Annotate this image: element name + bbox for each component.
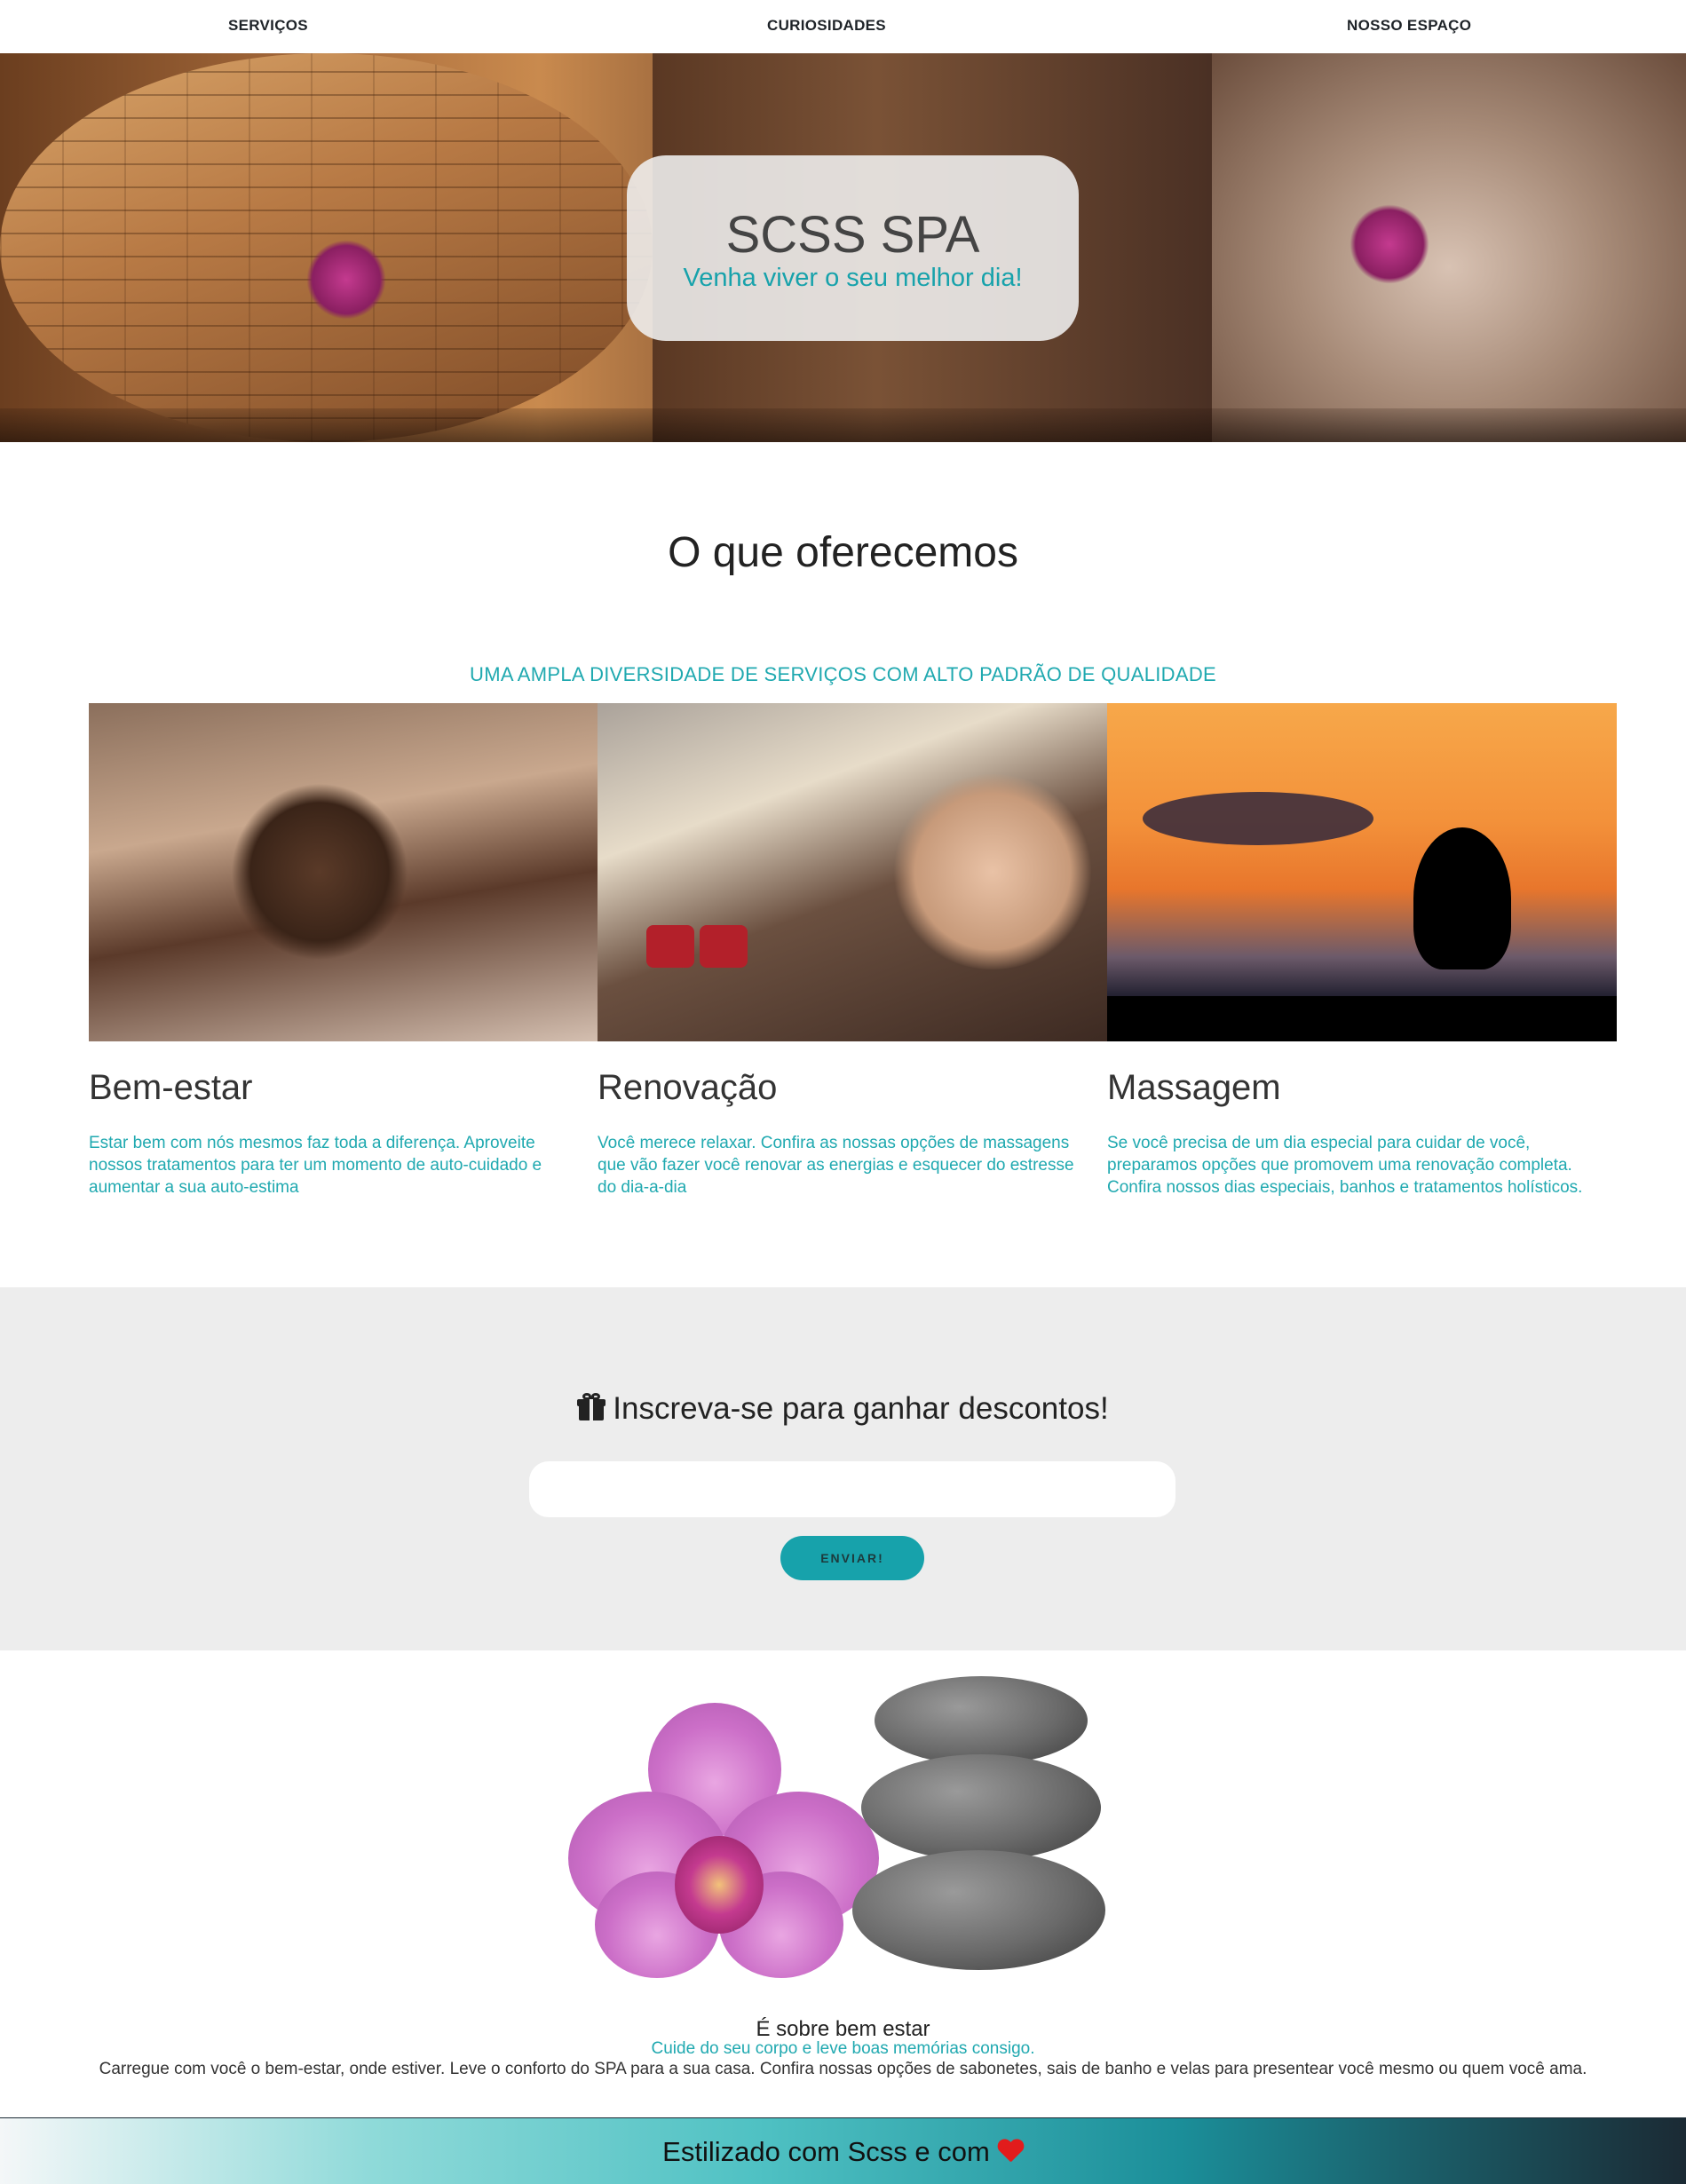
- stone-middle: [861, 1754, 1101, 1861]
- service-text-massagem: Se você precisa de um dia especial para …: [1107, 1134, 1583, 1197]
- hero-floor: [0, 408, 1686, 442]
- nav-link-nosso-espaco[interactable]: NOSSO ESPAÇO: [1347, 17, 1471, 35]
- orchid-flower: [568, 1703, 879, 1987]
- stone-top: [875, 1676, 1088, 1765]
- service-image-massagem: [1107, 703, 1617, 1041]
- stone-bottom: [852, 1850, 1105, 1970]
- hero-subtitle: Venha viver o seu melhor dia!: [683, 264, 1023, 292]
- image-candle: [646, 925, 694, 968]
- offer-title: O que oferecemos: [668, 529, 1018, 576]
- footer: Estilizado com Scss e com: [0, 2117, 1686, 2184]
- hero-orchid-right: [1350, 204, 1429, 284]
- offer-subtitle: UMA AMPLA DIVERSIDADE DE SERVIÇOS COM AL…: [470, 663, 1216, 685]
- orchid-stones-image: [568, 1676, 1105, 1989]
- about-text: Carregue com você o bem-estar, onde esti…: [99, 2060, 1587, 2078]
- image-ground: [1107, 996, 1617, 1041]
- hero-banner: SCSS SPA Venha viver o seu melhor dia!: [0, 53, 1686, 442]
- about-subheading: Cuide do seu corpo e leve boas memórias …: [651, 2039, 1035, 2058]
- top-nav: SERVIÇOS CURIOSIDADES NOSSO ESPAÇO: [0, 0, 1686, 53]
- nav-link-curiosidades[interactable]: CURIOSIDADES: [767, 17, 886, 35]
- service-title-renovacao: Renovação: [598, 1068, 778, 1107]
- heart-icon: [997, 2140, 1024, 2163]
- image-person: [231, 783, 408, 961]
- email-field[interactable]: [529, 1461, 1175, 1517]
- subscribe-title-text: Inscreva-se para ganhar descontos!: [613, 1391, 1109, 1426]
- service-text-bem-estar: Estar bem com nós mesmos faz toda a dife…: [89, 1134, 542, 1197]
- hero-orchid-left: [306, 240, 386, 320]
- footer-text: Estilizado com Scss e com: [662, 2136, 990, 2167]
- service-text-renovacao: Você merece relaxar. Confira as nossas o…: [598, 1134, 1074, 1197]
- send-button[interactable]: ENVIAR!: [780, 1536, 924, 1580]
- service-title-bem-estar: Bem-estar: [89, 1068, 253, 1107]
- hero-card: SCSS SPA Venha viver o seu melhor dia!: [627, 155, 1079, 341]
- subscribe-section: Inscreva-se para ganhar descontos! ENVIA…: [0, 1287, 1686, 1650]
- subscribe-title: Inscreva-se para ganhar descontos!: [0, 1391, 1686, 1427]
- service-title-massagem: Massagem: [1107, 1068, 1281, 1107]
- image-cloud: [1143, 792, 1373, 845]
- service-image-renovacao: [598, 703, 1107, 1041]
- nav-link-servicos[interactable]: SERVIÇOS: [228, 17, 308, 35]
- footer-text-line: Estilizado com Scss e com: [0, 2136, 1686, 2168]
- gift-icon: [577, 1393, 606, 1420]
- hero-title: SCSS SPA: [725, 206, 980, 264]
- hero-room-image: [1212, 53, 1686, 442]
- image-yoga-silhouette: [1413, 827, 1511, 969]
- about-heading: É sobre bem estar: [756, 2017, 930, 2041]
- service-image-bem-estar: [89, 703, 598, 1041]
- image-candle: [700, 925, 748, 968]
- image-person: [890, 774, 1095, 969]
